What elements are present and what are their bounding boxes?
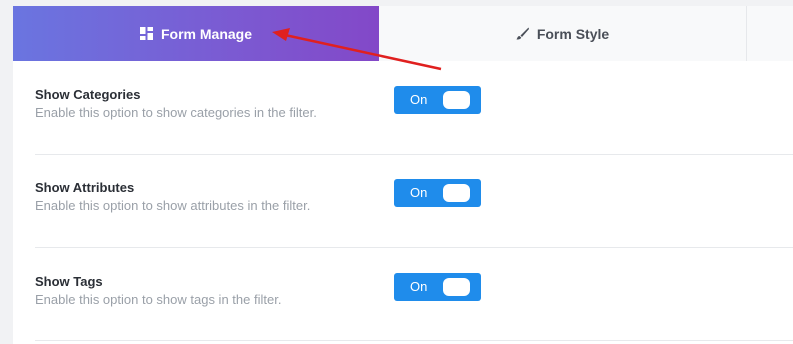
tab-bar: Form Manage Form Style bbox=[13, 6, 793, 61]
toggle-knob bbox=[443, 184, 470, 202]
tab-bar-filler bbox=[747, 6, 793, 61]
toggle-label: On bbox=[410, 92, 428, 107]
dashboard-icon bbox=[139, 27, 153, 40]
show-tags-toggle[interactable]: On bbox=[394, 273, 481, 301]
show-attributes-toggle[interactable]: On bbox=[394, 179, 481, 207]
setting-row-attributes: Show Attributes Enable this option to sh… bbox=[35, 179, 793, 220]
divider bbox=[35, 340, 793, 341]
setting-row-tags: Show Tags Enable this option to show tag… bbox=[35, 273, 793, 314]
setting-description: Enable this option to show attributes in… bbox=[35, 198, 311, 213]
setting-title: Show Tags bbox=[35, 274, 103, 289]
setting-description: Enable this option to show tags in the f… bbox=[35, 292, 282, 307]
tab-form-style[interactable]: Form Style bbox=[379, 6, 747, 61]
divider bbox=[35, 247, 793, 248]
show-categories-toggle[interactable]: On bbox=[394, 86, 481, 114]
tab-label: Form Style bbox=[536, 25, 610, 42]
settings-panel: Form Manage Form Style Show Categories E… bbox=[13, 6, 793, 344]
toggle-label: On bbox=[410, 279, 428, 294]
toggle-knob bbox=[443, 278, 470, 296]
tab-form-manage[interactable]: Form Manage bbox=[13, 6, 379, 61]
tab-label: Form Manage bbox=[160, 25, 252, 42]
toggle-knob bbox=[443, 91, 470, 109]
brush-icon bbox=[516, 27, 529, 40]
setting-row-categories: Show Categories Enable this option to sh… bbox=[35, 86, 793, 127]
setting-description: Enable this option to show categories in… bbox=[35, 105, 317, 120]
divider bbox=[35, 154, 793, 155]
setting-title: Show Attributes bbox=[35, 180, 135, 195]
setting-title: Show Categories bbox=[35, 87, 141, 102]
toggle-label: On bbox=[410, 185, 428, 200]
